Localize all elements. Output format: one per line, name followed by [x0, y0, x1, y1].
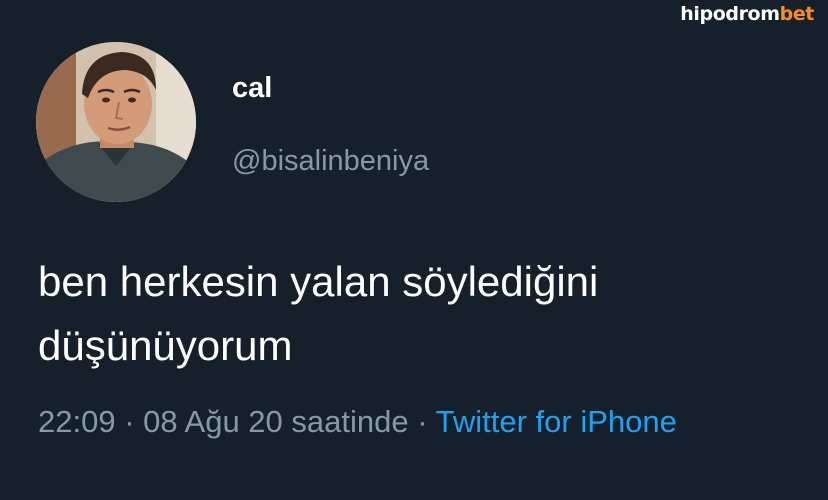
tweet-source-link[interactable]: Twitter for iPhone: [436, 404, 677, 439]
profile-photo-icon: [36, 42, 196, 202]
watermark-logo: hipodrombet: [680, 3, 814, 25]
tweet-time[interactable]: 22:09: [38, 404, 116, 439]
meta-separator: ·: [124, 404, 135, 439]
tweet-card: hipodrombet cal @bisalinbeniya ben herke…: [0, 0, 828, 500]
tweet-text-line-1: ben herkesin yalan söylediğini: [38, 258, 599, 305]
avatar[interactable]: [36, 42, 196, 202]
tweet-meta: 22:09 · 08 Ağu 20 saatinde · Twitter for…: [38, 404, 677, 440]
meta-separator-2: ·: [417, 404, 428, 439]
display-name[interactable]: cal: [232, 72, 272, 105]
watermark-main: hipodrom: [680, 3, 780, 25]
watermark-accent: bet: [779, 3, 815, 25]
tweet-text: ben herkesin yalan söylediğini düşünüyor…: [38, 250, 818, 378]
tweet-date[interactable]: 08 Ağu 20 saatinde: [143, 404, 408, 439]
user-handle[interactable]: @bisalinbeniya: [232, 145, 429, 178]
tweet-text-line-2: düşünüyorum: [38, 322, 293, 369]
